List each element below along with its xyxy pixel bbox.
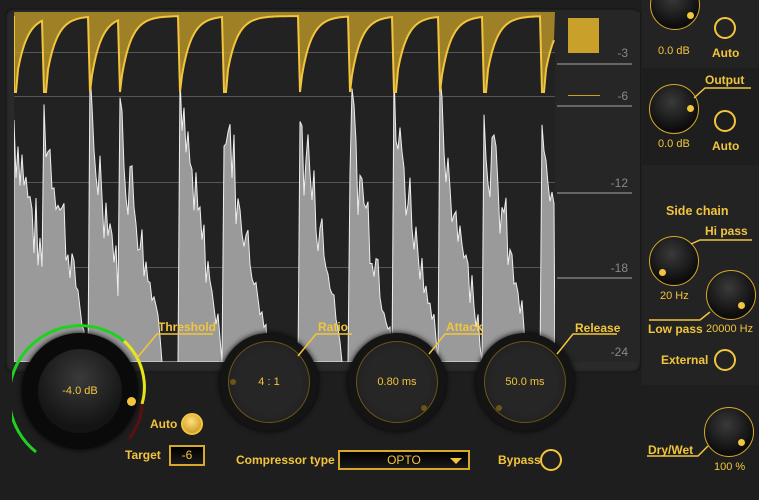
target-label: Target <box>125 448 161 462</box>
scale-label: -18 <box>610 261 628 275</box>
target-marker <box>568 95 600 96</box>
output-label: Output <box>705 73 745 87</box>
compressor-type-value: OPTO <box>387 453 421 467</box>
low-pass-value: 20000 Hz <box>706 323 754 335</box>
auto-toggle[interactable] <box>181 413 203 435</box>
low-pass-label: Low pass <box>648 322 703 336</box>
scale-label: -6 <box>617 89 628 103</box>
knob-indicator <box>127 397 136 406</box>
input-gain-value: 0.0 dB <box>658 45 690 57</box>
attack-value: 0.80 ms <box>377 376 417 388</box>
attack-label: Attack <box>446 320 483 334</box>
target-input[interactable]: -6 <box>169 445 205 466</box>
low-pass-knob[interactable] <box>706 270 756 320</box>
output-gain-value: 0.0 dB <box>658 138 690 150</box>
waveform-signal <box>14 69 555 362</box>
dry-wet-value: 100 % <box>714 461 746 473</box>
gain-reduction-bar <box>568 18 599 53</box>
side-chain-title: Side chain <box>666 204 729 218</box>
knob-indicator <box>230 379 236 385</box>
scale-label: -3 <box>617 46 628 60</box>
chevron-down-icon <box>450 458 462 464</box>
hi-pass-label: Hi pass <box>705 224 748 238</box>
threshold-label: Threshold <box>158 320 217 334</box>
threshold-knob[interactable]: -4.0 dB <box>22 333 138 449</box>
dry-wet-label: Dry/Wet <box>648 443 694 457</box>
output-auto-toggle[interactable] <box>714 110 736 132</box>
threshold-value: -4.0 dB <box>62 385 98 397</box>
compressor-type-select[interactable]: OPTO <box>338 450 470 470</box>
level-meter: -3 -6 -12 -18 -24 <box>555 12 640 362</box>
input-auto-toggle[interactable] <box>714 17 736 39</box>
hi-pass-value: 20 Hz <box>660 290 689 302</box>
waveform-display <box>14 12 555 362</box>
leader-line <box>136 333 213 359</box>
ratio-label: Ratio <box>318 320 348 334</box>
knob-indicator <box>421 405 427 411</box>
bypass-toggle[interactable] <box>540 449 562 471</box>
input-auto-label: Auto <box>712 46 740 60</box>
knob-indicator <box>496 405 502 411</box>
output-gain-knob[interactable] <box>649 84 699 134</box>
leader-line <box>297 333 352 357</box>
release-value: 50.0 ms <box>505 376 545 388</box>
gain-reduction-area <box>14 12 555 92</box>
release-label: Release <box>575 321 621 335</box>
external-label: External <box>661 353 709 367</box>
auto-label: Auto <box>150 417 178 431</box>
compressor-type-label: Compressor type <box>236 453 335 467</box>
waveform-graph <box>14 12 555 362</box>
output-auto-label: Auto <box>712 139 740 153</box>
scale-label: -12 <box>610 176 628 190</box>
external-toggle[interactable] <box>714 349 736 371</box>
bypass-label: Bypass <box>498 453 541 467</box>
dry-wet-knob[interactable] <box>704 407 754 457</box>
leader-line <box>428 333 483 355</box>
